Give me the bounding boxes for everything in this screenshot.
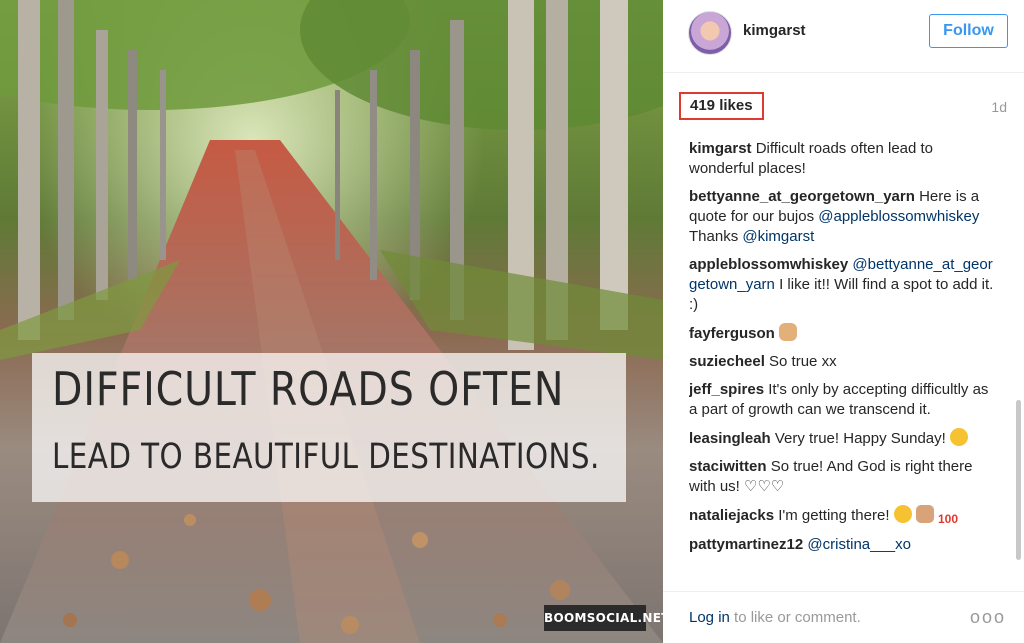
comment-item: suziecheel So true xx [689,352,995,372]
avatar[interactable] [688,11,732,55]
raised-hands-emoji-icon [779,323,798,341]
comment-item: staciwitten So true! And God is right th… [689,457,995,497]
comment-list: kimgarst Difficult roads often lead to w… [689,139,995,580]
comment-text: I'm getting there! [774,507,894,524]
watermark-logo: BOOMSOCIAL.NET [544,605,663,631]
flexed-biceps-emoji-icon [915,505,934,523]
comment-user[interactable]: staciwitten [689,458,767,475]
comment-mention[interactable]: @appleblossomwhiskey [818,208,979,225]
comment-text: Thanks [689,228,743,245]
comment-scrollbar[interactable] [1016,140,1021,560]
login-link[interactable]: Log in [689,609,730,626]
comment-user[interactable]: nataliejacks [689,507,774,524]
comment-item: appleblossomwhiskey @bettyanne_at_george… [689,255,995,315]
grinning-sweat-emoji-icon [893,505,912,523]
likes-row: 419 likes 1d [663,88,1024,128]
comment-item: bettyanne_at_georgetown_yarn Here is a q… [689,187,995,247]
comment-text: Very true! Happy Sunday! [770,430,950,447]
road-photo-illustration [0,0,663,643]
quote-line-2: LEAD TO BEAUTIFUL DESTINATIONS. [52,437,600,477]
login-prompt: Log in to like or comment. [689,609,861,626]
smiling-face-emoji-icon [949,428,968,446]
comment-item: leasingleah Very true! Happy Sunday! [689,428,995,449]
comment-user[interactable]: suziecheel [689,353,765,370]
author-username[interactable]: kimgarst [743,22,806,39]
login-prompt-text: to like or comment. [729,609,861,626]
comment-item: kimgarst Difficult roads often lead to w… [689,139,995,179]
comment-item: fayferguson [689,323,995,344]
comment-user[interactable]: fayferguson [689,325,775,342]
comment-text: So true xx [764,353,837,370]
comment-mention[interactable]: @cristina___xo [803,536,911,553]
more-options-icon[interactable]: ooo [970,607,1006,628]
post-timestamp[interactable]: 1d [991,99,1007,115]
scrollbar-thumb[interactable] [1016,400,1021,560]
comment-user[interactable]: bettyanne_at_georgetown_yarn [689,188,915,205]
follow-button[interactable]: Follow [929,14,1008,48]
post-photo: DIFFICULT ROADS OFTEN LEAD TO BEAUTIFUL … [0,0,663,643]
comment-user[interactable]: kimgarst [689,140,752,157]
comment-user[interactable]: leasingleah [689,430,771,447]
comment-user[interactable]: appleblossomwhiskey [689,256,848,273]
comment-item: jeff_spires It's only by accepting diffi… [689,380,995,420]
quote-line-1: DIFFICULT ROADS OFTEN [52,362,565,416]
post-header: kimgarst Follow [663,0,1024,72]
header-divider [663,72,1024,73]
comment-item: nataliejacks I'm getting there! 100 [689,505,995,527]
comment-user[interactable]: jeff_spires [689,381,764,398]
likes-count[interactable]: 419 likes [679,92,764,120]
comment-user[interactable]: pattymartinez12 [689,536,803,553]
post-footer: Log in to like or comment. ooo [663,591,1024,643]
post-side-panel: kimgarst Follow 419 likes 1d kimgarst Di… [663,0,1024,643]
hundred-points-emoji-icon: 100 [938,512,959,526]
comment-mention[interactable]: @kimgarst [742,228,814,245]
comment-item: pattymartinez12 @cristina___xo [689,535,995,555]
